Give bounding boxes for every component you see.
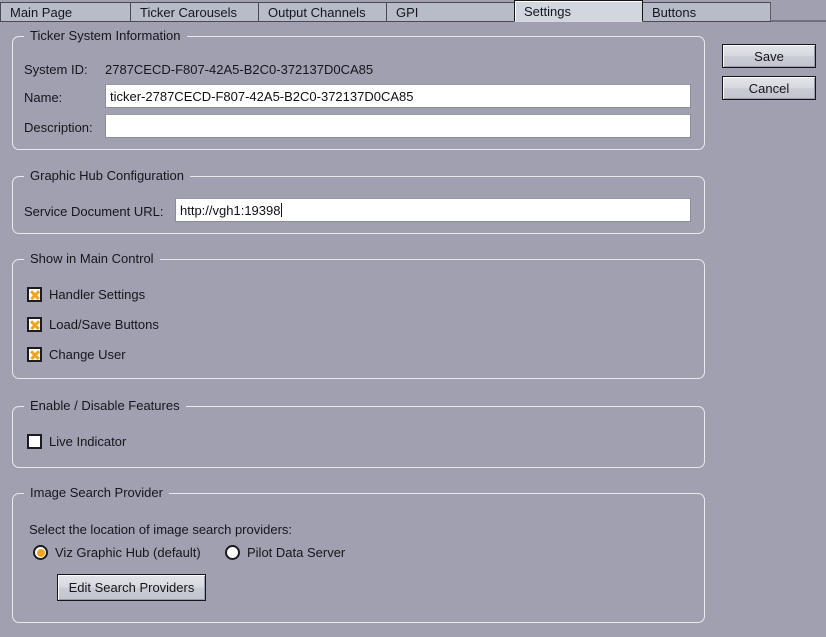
tab-label: Settings [524,4,571,19]
system-id-label: System ID: [24,62,88,77]
cancel-button[interactable]: Cancel [722,76,816,100]
edit-search-providers-button-label: Edit Search Providers [68,580,195,595]
radio-label: Pilot Data Server [247,545,346,560]
tab-settings[interactable]: Settings [514,0,643,22]
service-document-url-label: Service Document URL: [24,204,164,219]
text-caret [281,203,283,217]
tab-label: Output Channels [268,5,366,20]
checkbox-handler-settings[interactable]: Handler Settings [27,287,145,302]
tab-label: Main Page [10,5,73,20]
checkbox-indicator-icon[interactable] [27,434,42,449]
radio-viz-graphic-hub[interactable]: Viz Graphic Hub (default) [33,545,201,560]
name-input[interactable]: ticker-2787CECD-F807-42A5-B2C0-372137D0C… [105,84,691,108]
radio-indicator-icon[interactable] [33,545,48,560]
checkbox-label: Change User [49,347,126,362]
name-label: Name: [24,90,63,105]
group-legend: Graphic Hub Configuration [24,168,190,183]
tab-label: Ticker Carousels [140,5,238,20]
edit-search-providers-button[interactable]: Edit Search Providers [57,574,206,601]
tab-ticker-carousels[interactable]: Ticker Carousels [130,2,259,22]
checkbox-load-save-buttons[interactable]: Load/Save Buttons [27,317,159,332]
tab-bar: Main Page Ticker Carousels Output Channe… [0,0,826,22]
name-input-value: ticker-2787CECD-F807-42A5-B2C0-372137D0C… [110,88,414,104]
radio-label: Viz Graphic Hub (default) [55,545,201,560]
description-label: Description: [24,120,93,135]
tab-output-channels[interactable]: Output Channels [258,2,387,22]
checkbox-label: Load/Save Buttons [49,317,159,332]
checkbox-label: Live Indicator [49,434,127,449]
tab-label: GPI [396,5,419,20]
save-button-label: Save [754,48,784,64]
checkbox-live-indicator[interactable]: Live Indicator [27,434,126,449]
tab-buttons[interactable]: Buttons [642,2,771,22]
tab-label: Buttons [652,5,697,20]
service-document-url-input[interactable]: http://vgh1:19398 [175,198,691,222]
group-legend: Ticker System Information [24,28,187,43]
system-id-value: 2787CECD-F807-42A5-B2C0-372137D0CA85 [105,62,374,77]
checkbox-indicator-icon[interactable] [27,287,42,302]
tab-gpi[interactable]: GPI [386,2,515,22]
image-search-provider-instruction: Select the location of image search prov… [29,522,293,537]
checkbox-indicator-icon[interactable] [27,347,42,362]
group-legend: Image Search Provider [24,485,169,500]
checkbox-indicator-icon[interactable] [27,317,42,332]
tab-main-page[interactable]: Main Page [0,2,131,22]
radio-pilot-data-server[interactable]: Pilot Data Server [225,545,345,560]
description-input[interactable] [105,114,691,138]
group-legend: Enable / Disable Features [24,398,186,413]
checkbox-change-user[interactable]: Change User [27,347,126,362]
save-button[interactable]: Save [722,44,816,68]
checkbox-label: Handler Settings [49,287,146,302]
service-document-url-value: http://vgh1:19398 [180,202,281,218]
radio-indicator-icon[interactable] [225,545,240,560]
group-legend: Show in Main Control [24,251,160,266]
cancel-button-label: Cancel [748,80,790,96]
